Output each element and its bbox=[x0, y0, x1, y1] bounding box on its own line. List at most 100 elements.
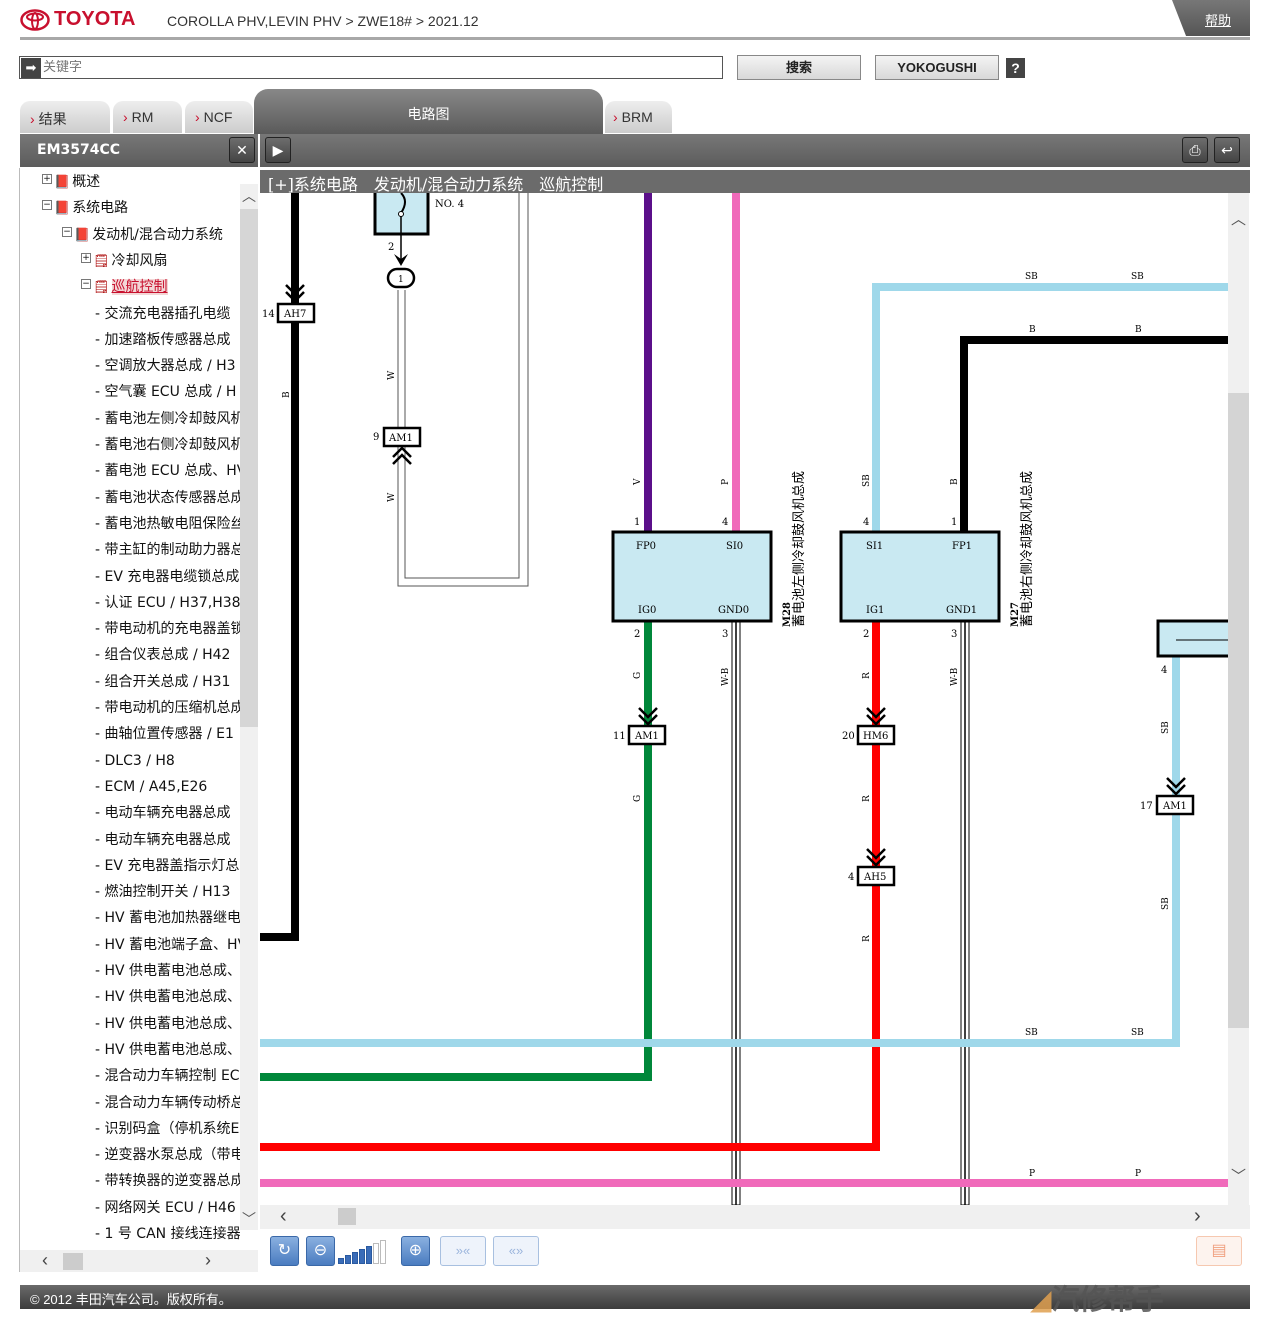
zoom-step[interactable] bbox=[373, 1243, 379, 1264]
scroll-thumb[interactable] bbox=[1228, 393, 1249, 1028]
tree-item[interactable]: − 🗒 巡航控制 bbox=[81, 277, 168, 297]
tree-item[interactable]: - DLC3 / H8 bbox=[95, 751, 175, 771]
help-icon[interactable]: ? bbox=[1006, 58, 1025, 78]
zoom-step[interactable] bbox=[338, 1258, 344, 1264]
expand-icon[interactable]: «» bbox=[493, 1236, 539, 1266]
play-icon[interactable]: ▶ bbox=[265, 137, 291, 163]
help-link[interactable]: 帮助 bbox=[1172, 0, 1250, 36]
zoom-step[interactable] bbox=[352, 1252, 358, 1264]
tree-item[interactable]: + 🗒 冷却风扇 bbox=[81, 251, 168, 271]
tree-item[interactable]: - HV 供电蓄电池总成、 bbox=[95, 1040, 240, 1060]
tree-item[interactable]: - 1 号 CAN 接线连接器 bbox=[95, 1224, 240, 1244]
tab-brm[interactable]: › BRM bbox=[605, 101, 672, 133]
chevron-down-icon[interactable]: ﹀ bbox=[242, 1209, 256, 1229]
print-icon[interactable]: ⎙ bbox=[1182, 137, 1208, 163]
chevron-down-icon[interactable]: ﹀ bbox=[1231, 1165, 1246, 1186]
tree-item[interactable]: - 组合仪表总成 / H42 bbox=[95, 645, 230, 665]
zoom-level-indicator[interactable] bbox=[338, 1240, 386, 1264]
arrow-right-icon[interactable]: ➡ bbox=[21, 57, 41, 78]
tree-item-label: - 电动车辆充电器总成 bbox=[95, 831, 231, 848]
tree-item[interactable]: - 电动车辆充电器总成 bbox=[95, 803, 231, 823]
tree-item[interactable]: - ECM / A45,E26 bbox=[95, 777, 207, 797]
tree-item[interactable]: - 混合动力车辆控制 EC bbox=[95, 1066, 240, 1086]
watermark-logo: ◢汽修帮手 bbox=[1030, 1283, 1164, 1316]
zoom-step[interactable] bbox=[359, 1249, 365, 1264]
tree-horizontal-scrollbar[interactable]: ‹ › bbox=[20, 1250, 258, 1272]
tree-item[interactable]: - 组合开关总成 / H31 bbox=[95, 672, 230, 692]
tree-item[interactable]: - 认证 ECU / H37,H38, bbox=[95, 593, 240, 613]
tree-item[interactable]: - HV 供电蓄电池总成、 bbox=[95, 987, 240, 1007]
expand-icon[interactable]: [+] bbox=[268, 175, 294, 194]
collapse-icon[interactable]: − bbox=[81, 279, 91, 290]
close-button[interactable]: ✕ bbox=[229, 137, 255, 163]
zoom-in-icon[interactable]: ⊕ bbox=[401, 1236, 430, 1266]
tree-vertical-scrollbar[interactable]: ︿ ﹀ bbox=[240, 184, 258, 1230]
tree-item[interactable]: - 带转换器的逆变器总成 bbox=[95, 1171, 240, 1191]
tree-item[interactable]: − 📕 发动机/混合动力系统 bbox=[62, 225, 223, 245]
tree-item[interactable]: - 加速踏板传感器总成 bbox=[95, 330, 231, 350]
tree-item[interactable]: - 蓄电池状态传感器总成 bbox=[95, 488, 240, 508]
zoom-step[interactable] bbox=[380, 1240, 386, 1264]
scroll-thumb[interactable] bbox=[240, 209, 258, 727]
tree-item[interactable]: - 混合动力车辆传动桥总 bbox=[95, 1093, 240, 1113]
tree-item-label: - EV 充电器电缆锁总成 bbox=[95, 568, 240, 585]
tree-item[interactable]: - 电动车辆充电器总成 bbox=[95, 830, 231, 850]
chevron-right-icon[interactable]: › bbox=[205, 1250, 211, 1271]
comment-icon[interactable]: ▤ bbox=[1196, 1236, 1242, 1266]
scroll-thumb[interactable] bbox=[63, 1253, 83, 1270]
tree-item[interactable]: − 📕 系统电路 bbox=[42, 198, 128, 218]
chevron-left-icon[interactable]: ‹ bbox=[42, 1250, 48, 1271]
tree-item[interactable]: - 带主缸的制动助力器总 bbox=[95, 540, 240, 560]
tree-item[interactable]: - 空气囊 ECU 总成 / H bbox=[95, 382, 236, 402]
tree-item[interactable]: - HV 供电蓄电池总成、 bbox=[95, 961, 240, 981]
tab-rm[interactable]: › RM bbox=[113, 101, 182, 133]
tab-label: RM bbox=[131, 109, 154, 125]
tab-wiring-diagram[interactable]: 电路图 bbox=[254, 89, 603, 134]
tree-item[interactable]: - 蓄电池 ECU 总成、HV bbox=[95, 461, 240, 481]
expand-icon[interactable]: + bbox=[42, 174, 52, 184]
tree-item[interactable]: - 空调放大器总成 / H3 bbox=[95, 356, 236, 376]
chevron-left-icon[interactable]: ‹ bbox=[280, 1205, 287, 1228]
tree-item[interactable]: - 蓄电池热敏电阻保险丝 bbox=[95, 514, 240, 534]
return-icon[interactable]: ↩ bbox=[1214, 137, 1240, 163]
expand-icon[interactable]: + bbox=[81, 252, 91, 263]
tree-item[interactable]: - 网络网关 ECU / H46 bbox=[95, 1198, 236, 1218]
keyword-input[interactable] bbox=[41, 60, 722, 75]
tab-results[interactable]: › 结果 bbox=[20, 101, 110, 133]
zoom-step[interactable] bbox=[345, 1255, 351, 1264]
chevron-right-icon[interactable]: › bbox=[1194, 1205, 1201, 1228]
tree-item[interactable]: - 蓄电池右侧冷却鼓风机 bbox=[95, 435, 240, 455]
tree-item[interactable]: - 带电动机的压缩机总成 bbox=[95, 698, 240, 718]
tree-item[interactable]: - HV 蓄电池端子盒、HV bbox=[95, 935, 240, 955]
diagram-vertical-scrollbar[interactable]: ︿ ﹀ bbox=[1228, 193, 1249, 1205]
yokogushi-button[interactable]: YOKOGUSHI bbox=[875, 55, 999, 80]
zoom-step[interactable] bbox=[366, 1246, 372, 1264]
collapse-icon[interactable]: − bbox=[62, 226, 72, 237]
tree-item[interactable]: - 识别码盒（停机系统ECU bbox=[95, 1119, 240, 1139]
component-partial[interactable] bbox=[1156, 619, 1228, 658]
tree-item[interactable]: - 交流充电器插孔电缆 bbox=[95, 304, 231, 324]
tree-item[interactable]: - EV 充电器电缆锁总成 bbox=[95, 567, 239, 587]
pin-name: FP0 bbox=[636, 541, 656, 552]
collapse-icon[interactable]: − bbox=[42, 200, 52, 211]
tree-item[interactable]: - 曲轴位置传感器 / E1 bbox=[95, 724, 234, 744]
tree-item[interactable]: - HV 供电蓄电池总成、 bbox=[95, 1014, 240, 1034]
tree-item-label: - 蓄电池状态传感器总成 bbox=[95, 489, 240, 506]
tree-item[interactable]: - EV 充电器盖指示灯总 bbox=[95, 856, 239, 876]
tree-item[interactable]: + 📕 概述 bbox=[42, 172, 100, 192]
scroll-thumb[interactable] bbox=[338, 1208, 356, 1225]
chevron-up-icon[interactable]: ︿ bbox=[242, 186, 256, 206]
refresh-icon[interactable]: ↻ bbox=[270, 1236, 299, 1266]
tree-item[interactable]: - HV 蓄电池加热器继电 bbox=[95, 908, 240, 928]
zoom-out-icon[interactable]: ⊖ bbox=[306, 1236, 335, 1266]
tab-ncf[interactable]: › NCF bbox=[185, 101, 253, 133]
pin-number: 3 bbox=[722, 629, 728, 640]
tree-item[interactable]: - 燃油控制开关 / H13 bbox=[95, 882, 230, 902]
tree-item[interactable]: - 带电动机的充电器盖锁 bbox=[95, 619, 240, 639]
collapse-icon[interactable]: »« bbox=[440, 1236, 486, 1266]
search-button[interactable]: 搜索 bbox=[737, 55, 861, 80]
chevron-up-icon[interactable]: ︿ bbox=[1231, 208, 1246, 229]
tree-item[interactable]: - 逆变器水泵总成（带电 bbox=[95, 1145, 240, 1165]
tree-item[interactable]: - 蓄电池左侧冷却鼓风机 bbox=[95, 409, 240, 429]
diagram-horizontal-scrollbar[interactable]: ‹ › bbox=[260, 1205, 1250, 1229]
